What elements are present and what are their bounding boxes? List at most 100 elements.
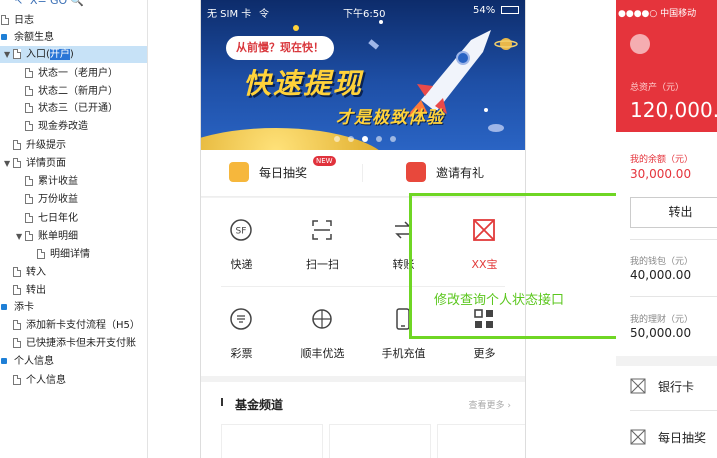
scan-icon: [312, 220, 332, 240]
fund-card[interactable]: [221, 424, 323, 458]
tree-node-label: 添加新卡支付流程（H5）: [26, 320, 140, 331]
banner-bubble: 从前慢？现在快！: [226, 36, 334, 60]
daily-lottery-entry[interactable]: 每日抽奖 NEW: [229, 150, 349, 196]
expand-caret-icon[interactable]: ▼: [16, 228, 24, 245]
balance-label: 我的余额（元）: [630, 155, 694, 165]
transfer-out-button[interactable]: 转出: [630, 197, 717, 228]
page-icon: [25, 176, 33, 186]
invite-gift-entry[interactable]: 邀请有礼: [406, 150, 516, 196]
placeholder-x-icon: [630, 378, 646, 394]
wealth-label: 我的理财（元）: [630, 315, 694, 325]
tree-node-label: 已快捷添卡但未开支付账: [26, 338, 136, 349]
page-icon: [25, 103, 33, 113]
view-more-link[interactable]: 查看更多 ›: [469, 398, 511, 411]
tree-node[interactable]: 万份收益: [0, 191, 147, 208]
tree-node-label: 余额生息: [14, 32, 54, 43]
svg-text:SF: SF: [236, 227, 247, 237]
tree-node[interactable]: 余额生息: [0, 29, 147, 46]
page-icon: [25, 231, 33, 241]
folder-icon: [1, 304, 7, 310]
service-grid-item[interactable]: 彩票: [201, 287, 282, 367]
tree-node-label: 添卡: [14, 302, 34, 313]
page-icon: [13, 285, 21, 295]
daily-lottery-row[interactable]: 每日抽奖: [630, 425, 717, 449]
link-tool-icon[interactable]: GO: [50, 0, 67, 7]
tree-node[interactable]: ▼ 详情页面: [0, 155, 147, 172]
tree-node[interactable]: 个人信息: [0, 353, 147, 370]
filter-tool-icon[interactable]: X=: [30, 0, 47, 7]
lottery-bag-icon: [229, 162, 249, 182]
fund-card[interactable]: [329, 424, 431, 458]
service-grid-label: 更多: [473, 347, 496, 360]
wifi-icon: 令: [259, 9, 269, 20]
service-grid-item[interactable]: 扫一扫: [282, 198, 363, 278]
expand-caret-icon[interactable]: ▼: [4, 46, 12, 63]
tree-node[interactable]: 已快捷添卡但未开支付账: [0, 335, 147, 352]
service-grid-label: 扫一扫: [306, 258, 339, 271]
tree-node-label: 七日年化: [38, 213, 78, 224]
wealth-value: 50,000.00: [630, 326, 692, 340]
page-icon: [13, 140, 21, 150]
tree-node-label: 明细详情: [50, 249, 90, 260]
tree-node[interactable]: 添卡: [0, 299, 147, 316]
tree-node-label: 累计收益: [38, 176, 78, 187]
page-icon: [13, 267, 21, 277]
page-icon: [13, 338, 21, 348]
asset-header: ●●●●○ 中国移动 总资产（元） 120,000.0: [616, 0, 717, 132]
tree-node[interactable]: 日志: [0, 12, 147, 29]
tree-node[interactable]: 状态二（新用户）: [0, 83, 147, 100]
wallet-value: 40,000.00: [630, 268, 692, 282]
search-icon[interactable]: 🔍: [70, 0, 84, 7]
tree-node[interactable]: 状态三（已开通）: [0, 100, 147, 117]
pointer-tool-icon[interactable]: ↖: [14, 0, 23, 7]
banner-headline: 快速提现: [243, 67, 364, 100]
tree-node[interactable]: 明细详情: [0, 246, 147, 263]
total-assets-value: 120,000.0: [630, 98, 717, 122]
page-icon: [25, 194, 33, 204]
tree-node-label: 转出: [26, 285, 46, 296]
service-grid-label: 快递: [230, 258, 253, 271]
page-icon: [25, 121, 33, 131]
promo-entries: 每日抽奖 NEW 邀请有礼: [201, 150, 525, 197]
avatar[interactable]: [630, 34, 650, 54]
promo-banner[interactable]: 无 SIM 卡 令 下午6:50 54% 从前慢？现在快！ 快速提现 才是极致体…: [201, 0, 525, 150]
tree-node[interactable]: 转出: [0, 282, 147, 299]
tree-node-label: 升级提示: [26, 140, 66, 151]
tree-node[interactable]: 升级提示: [0, 137, 147, 154]
service-grid-item[interactable]: 顺丰优选: [282, 287, 363, 367]
tree-node[interactable]: 个人信息: [0, 372, 147, 389]
gift-box-icon: [406, 162, 426, 182]
fund-channel-section: 基金频道 查看更多 ›: [201, 382, 525, 458]
fund-channel-title: 基金频道: [235, 398, 284, 412]
tree-node-label: 详情页面: [26, 158, 66, 169]
sf-select-icon: [312, 309, 332, 329]
carrier-label: 无 SIM 卡: [207, 9, 252, 20]
tree-node[interactable]: ▼ 账单明细: [0, 228, 147, 245]
page-icon: [25, 213, 33, 223]
new-badge: NEW: [313, 156, 336, 166]
tree-node-label: 个人信息: [26, 375, 66, 386]
bank-card-row[interactable]: 银行卡: [630, 374, 717, 398]
folder-icon: [1, 358, 7, 364]
expand-caret-icon[interactable]: ▼: [4, 155, 12, 172]
phone-mockup-asset-page: ●●●●○ 中国移动 总资产（元） 120,000.0 我的余额（元） 30,0…: [616, 0, 717, 458]
page-icon: [25, 86, 33, 96]
daily-lottery-row-label: 每日抽奖: [658, 431, 707, 445]
tree-node-label: 状态一（老用户）: [38, 68, 118, 79]
placeholder-x-icon: [630, 429, 646, 445]
service-grid-item[interactable]: SF 快递: [201, 198, 282, 278]
tree-node[interactable]: 累计收益: [0, 173, 147, 190]
tree-node[interactable]: ▼ 入口(开户): [0, 46, 147, 63]
tree-node[interactable]: 七日年化: [0, 210, 147, 227]
tree-node-label: 入口(开户): [26, 49, 74, 60]
fund-card[interactable]: [437, 424, 525, 458]
tree-node-label: 现金券改造: [38, 121, 88, 132]
tree-node[interactable]: 状态一（老用户）: [0, 65, 147, 82]
tree-node[interactable]: 添加新卡支付流程（H5）: [0, 317, 147, 334]
page-icon: [13, 375, 21, 385]
tree-node[interactable]: 转入: [0, 264, 147, 281]
tree-node[interactable]: 现金券改造: [0, 118, 147, 135]
page-icon: [13, 320, 21, 330]
page-icon: [37, 249, 45, 259]
carousel-indicator[interactable]: [334, 127, 404, 146]
